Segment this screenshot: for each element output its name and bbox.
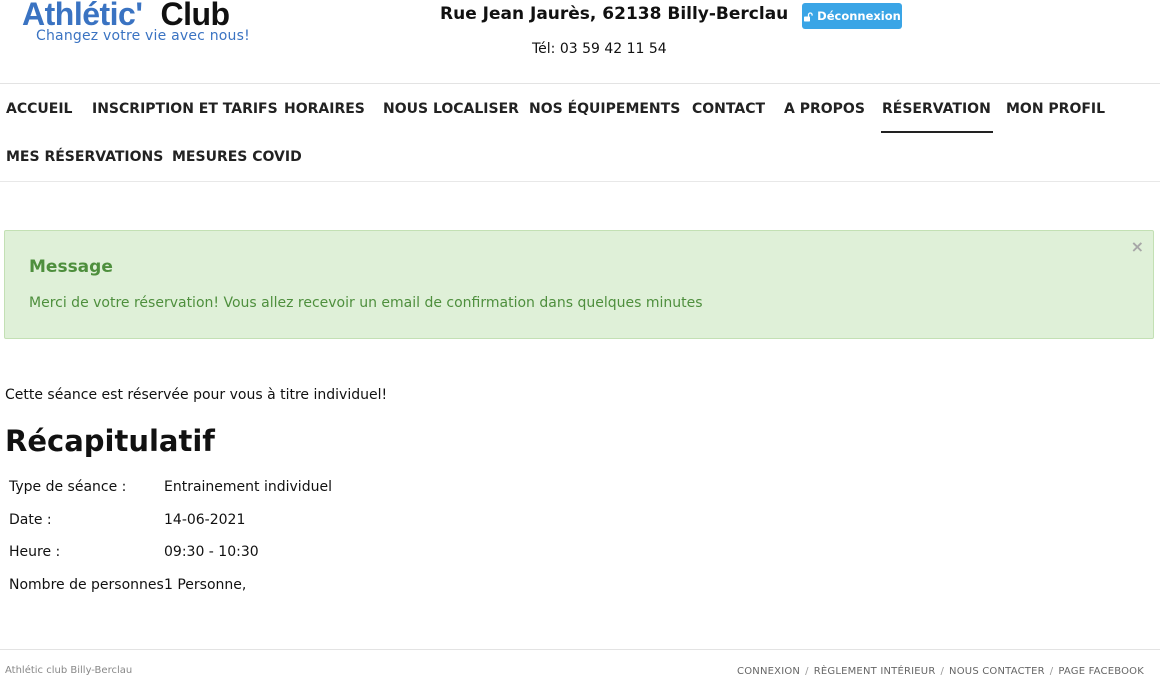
recap-label: Date :: [9, 511, 52, 528]
recap-value: 14-06-2021: [164, 511, 246, 528]
nav-item-reservation[interactable]: RÉSERVATION: [881, 101, 993, 133]
logout-label: Déconnexion: [817, 9, 901, 23]
nav-item-mes-reservations[interactable]: MES RÉSERVATIONS: [6, 149, 163, 165]
footer-copyright: Athlétic club Billy-Berclau: [5, 665, 133, 676]
close-icon[interactable]: ×: [1131, 237, 1144, 256]
footer-link-contact[interactable]: NOUS CONTACTER: [949, 666, 1045, 677]
reservation-notice: Cette séance est réservée pour vous à ti…: [5, 387, 388, 403]
unlock-icon: [803, 11, 813, 22]
main-nav: ACCUEIL INSCRIPTION ET TARIFS HORAIRES N…: [0, 85, 1160, 182]
footer-link-connexion[interactable]: CONNEXION: [737, 666, 800, 677]
nav-item-contact[interactable]: CONTACT: [692, 101, 765, 117]
recap-value: 1 Personne,: [164, 576, 247, 593]
logout-button[interactable]: Déconnexion: [802, 3, 902, 29]
nav-item-nous-localiser[interactable]: NOUS LOCALISER: [383, 101, 519, 117]
recap-label: Type de séance :: [9, 479, 127, 495]
footer-separator: /: [805, 666, 809, 677]
nav-item-nos-equipements[interactable]: NOS ÉQUIPEMENTS: [529, 101, 680, 117]
recap-value: 09:30 - 10:30: [164, 544, 259, 560]
footer-links: CONNEXION / RÈGLEMENT INTÉRIEUR / NOUS CONTA…: [737, 666, 1144, 677]
site-header: Athlétic' Club Changez votre vie avec nou…: [0, 0, 1160, 84]
footer-separator: /: [1049, 666, 1054, 677]
logo-slogan: Changez votre vie avec nous!: [36, 28, 250, 44]
recap-label: Heure :: [9, 544, 61, 560]
recap-title: Récapitulatif: [5, 424, 215, 458]
recap-label: Nombre de personnes: [9, 576, 164, 593]
nav-item-horaires[interactable]: HORAIRES: [284, 101, 365, 117]
club-address: Rue Jean Jaurès, 62138 Billy-Berclau: [440, 4, 789, 24]
club-phone: Tél: 03 59 42 11 54: [532, 41, 667, 57]
site-footer: Athlétic club Billy-Berclau CONNEXION / RÈ…: [0, 649, 1160, 677]
site-logo[interactable]: Athlétic' Club Changez votre vie avec nou…: [22, 0, 250, 44]
recap-value: Entrainement individuel: [164, 479, 332, 495]
footer-link-reglement[interactable]: RÈGLEMENT INTÉRIEUR: [814, 666, 936, 677]
success-alert: Message Merci de votre réservation! Vous…: [4, 230, 1154, 339]
nav-item-mesures-covid[interactable]: MESURES COVID: [172, 149, 302, 165]
footer-separator: /: [940, 666, 945, 677]
footer-link-facebook[interactable]: PAGE FACEBOOK: [1058, 666, 1144, 677]
nav-item-inscription-tarifs[interactable]: INSCRIPTION ET TARIFS: [92, 101, 278, 117]
nav-item-mon-profil[interactable]: MON PROFIL: [1006, 101, 1105, 117]
nav-item-accueil[interactable]: ACCUEIL: [6, 101, 72, 117]
alert-message: Merci de votre réservation! Vous allez r…: [29, 295, 703, 311]
alert-title: Message: [29, 257, 113, 277]
nav-item-a-propos[interactable]: A PROPOS: [784, 101, 865, 117]
